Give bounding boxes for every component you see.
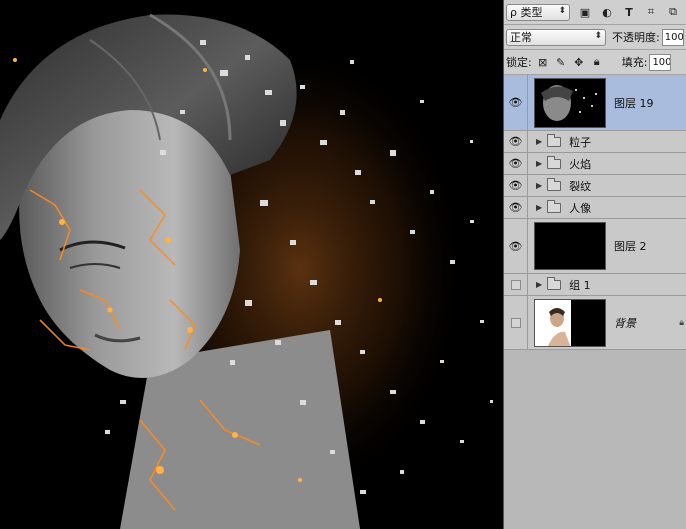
artwork-image: [0, 0, 503, 529]
eye-icon: 👁︎: [508, 157, 523, 170]
lock-label: 锁定:: [506, 56, 532, 69]
visibility-toggle[interactable]: [504, 296, 528, 349]
opacity-field[interactable]: 100%: [661, 28, 684, 46]
document-canvas[interactable]: [0, 0, 503, 529]
layer-name[interactable]: 组 1: [569, 277, 591, 293]
visibility-toggle[interactable]: 👁︎: [504, 131, 528, 152]
layer-name[interactable]: 粒子: [569, 134, 591, 150]
folder-icon: [547, 199, 562, 213]
visibility-toggle[interactable]: 👁︎: [504, 175, 528, 196]
layer-thumbnail: [534, 77, 606, 128]
expand-triangle-icon[interactable]: ▶: [536, 203, 542, 212]
eye-icon: 👁︎: [508, 96, 523, 109]
blend-mode-select[interactable]: 正常 ⬍: [506, 28, 606, 46]
image-filter-icon[interactable]: ▣: [578, 5, 592, 19]
eye-icon: 👁︎: [508, 179, 523, 192]
lock-icon: 🔒︎: [679, 317, 684, 328]
layers-list: 👁︎ 图层 19 👁︎ ▶ 粒子 👁︎ ▶ 火焰 👁︎ ▶ 裂纹 👁︎ ▶ 人像…: [504, 75, 686, 350]
folder-icon: [547, 155, 562, 169]
layer-thumbnail: [534, 298, 606, 347]
layer-filter-bar: ρ 类型 ⬍ ▣ ◐ T ⌗ ⧉: [504, 0, 686, 25]
eye-icon: 👁︎: [508, 135, 523, 148]
folder-icon: [547, 276, 562, 290]
lock-fill-bar: 锁定: ⊠ ✎ ✥ 🔒︎ 填充: 100%: [504, 50, 686, 75]
layers-panel: ρ 类型 ⬍ ▣ ◐ T ⌗ ⧉ 正常 ⬍ 不透明度: 100% 锁定: ⊠ ✎…: [503, 0, 686, 529]
folder-icon: [547, 133, 562, 147]
layer-row[interactable]: 👁︎ 图层 2: [504, 219, 686, 274]
fill-field[interactable]: 100%: [649, 53, 672, 71]
opacity-label: 不透明度:: [612, 31, 660, 44]
layer-group-row[interactable]: 👁︎ ▶ 粒子: [504, 131, 686, 153]
layer-row[interactable]: 👁︎ 图层 19: [504, 75, 686, 131]
fill-label: 填充:: [621, 56, 648, 69]
visibility-toggle[interactable]: 👁︎: [504, 153, 528, 174]
visibility-toggle[interactable]: 👁︎: [504, 75, 528, 130]
layer-name[interactable]: 人像: [569, 200, 591, 216]
smart-object-filter-icon[interactable]: ⧉: [666, 5, 680, 19]
lock-paint-icon[interactable]: ✎: [554, 55, 568, 69]
lock-transparent-icon[interactable]: ⊠: [536, 55, 550, 69]
eye-icon: 👁︎: [508, 239, 523, 253]
layer-group-row[interactable]: 👁︎ ▶ 火焰: [504, 153, 686, 175]
hidden-visibility-box: [510, 279, 521, 290]
layer-group-row[interactable]: 👁︎ ▶ 人像: [504, 197, 686, 219]
layer-thumbnail: [534, 222, 606, 270]
background-layer-row[interactable]: 背景 🔒︎: [504, 296, 686, 350]
folder-icon: [547, 177, 562, 191]
expand-triangle-icon[interactable]: ▶: [536, 159, 542, 168]
expand-triangle-icon[interactable]: ▶: [536, 137, 542, 146]
filter-kind-select[interactable]: ρ 类型 ⬍: [506, 3, 570, 21]
expand-triangle-icon[interactable]: ▶: [536, 280, 542, 289]
lock-move-icon[interactable]: ✥: [572, 55, 586, 69]
eye-icon: 👁︎: [508, 201, 523, 214]
visibility-toggle[interactable]: 👁︎: [504, 197, 528, 218]
blend-opacity-bar: 正常 ⬍ 不透明度: 100%: [504, 25, 686, 50]
stepper-arrows-icon: ⬍: [594, 30, 602, 41]
adjustment-filter-icon[interactable]: ◐: [600, 5, 614, 19]
lock-all-icon[interactable]: 🔒︎: [590, 55, 604, 69]
layer-name[interactable]: 火焰: [569, 156, 591, 172]
stepper-arrows-icon: ⬍: [558, 5, 566, 16]
visibility-toggle[interactable]: [504, 274, 528, 295]
shape-filter-icon[interactable]: ⌗: [644, 5, 658, 19]
layer-name[interactable]: 裂纹: [569, 178, 591, 194]
layer-name[interactable]: 图层 2: [614, 238, 647, 254]
visibility-toggle[interactable]: 👁︎: [504, 219, 528, 273]
layer-name[interactable]: 图层 19: [614, 95, 654, 111]
layer-name[interactable]: 背景: [614, 315, 636, 331]
layer-group-row[interactable]: ▶ 组 1: [504, 274, 686, 296]
expand-triangle-icon[interactable]: ▶: [536, 181, 542, 190]
hidden-visibility-box: [510, 317, 521, 328]
type-filter-icon[interactable]: T: [622, 5, 636, 19]
layer-group-row[interactable]: 👁︎ ▶ 裂纹: [504, 175, 686, 197]
